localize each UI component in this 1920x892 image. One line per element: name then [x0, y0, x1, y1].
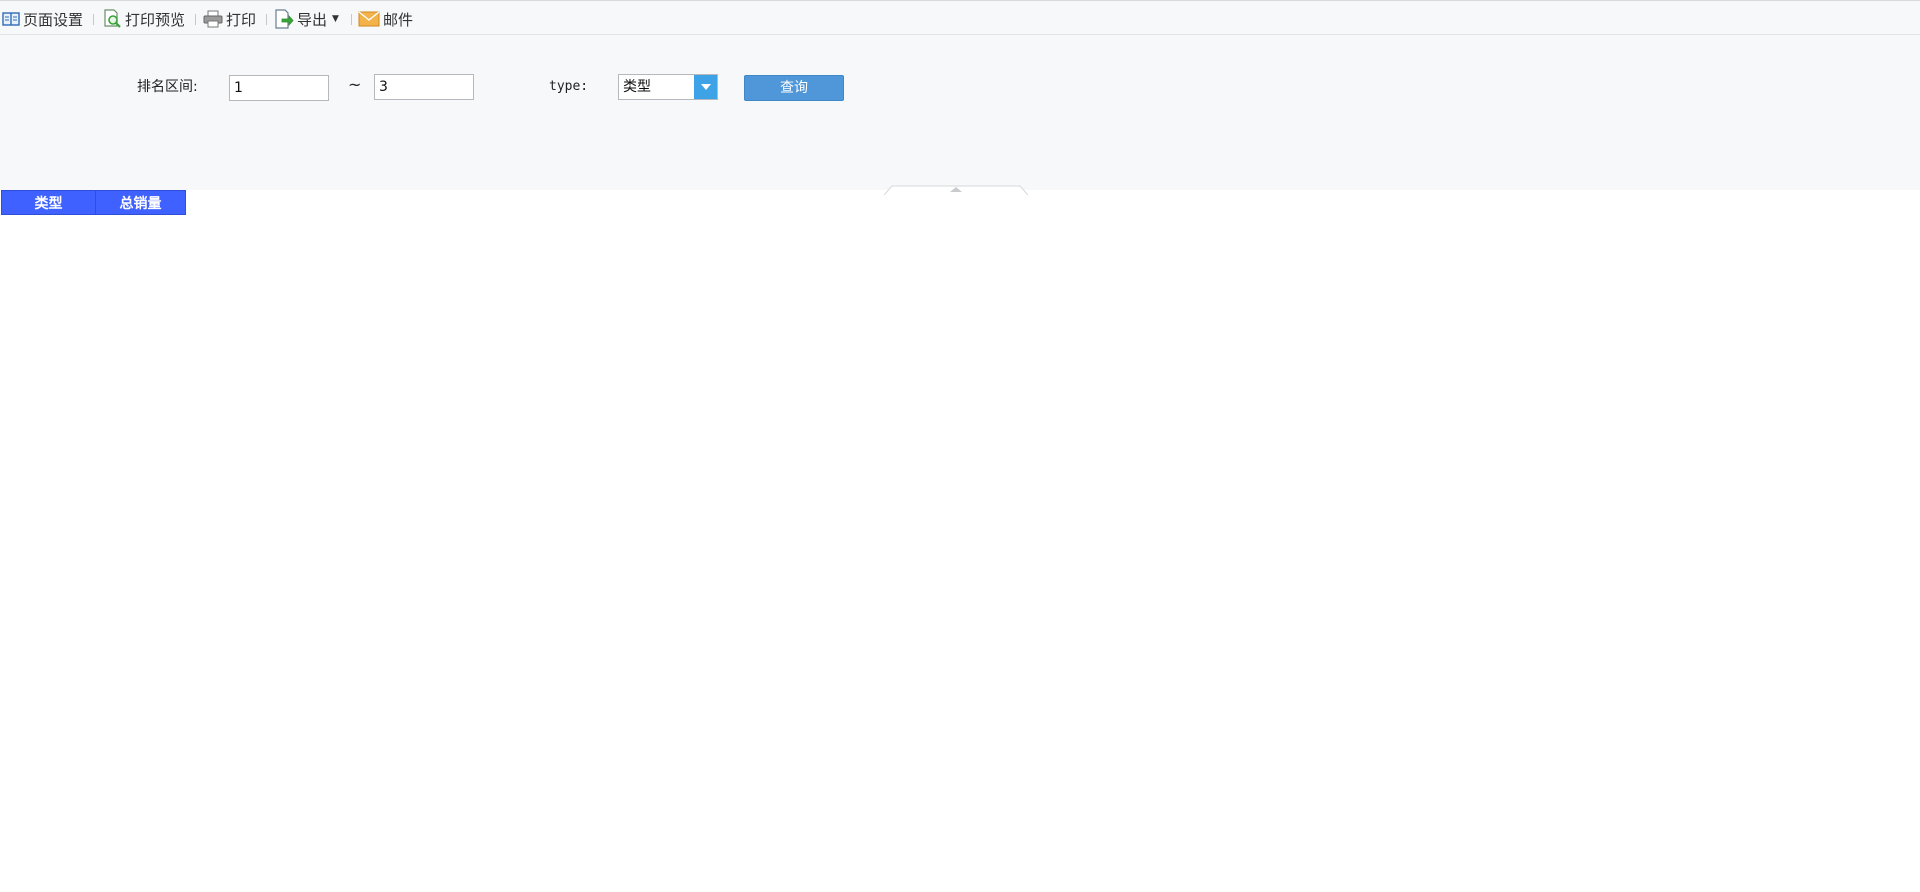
dropdown-button[interactable] [694, 75, 717, 99]
type-label: type: [549, 79, 589, 94]
collapse-arrow-icon [883, 185, 1029, 196]
printer-icon [203, 10, 226, 28]
print-preview-label: 打印预览 [125, 10, 186, 29]
page-setup-label: 页面设置 [23, 10, 84, 29]
toolbar-divider [351, 14, 352, 25]
collapse-panel-toggle[interactable] [883, 180, 1029, 196]
export-label: 导出 [297, 10, 328, 29]
type-select[interactable]: 类型 [618, 74, 718, 100]
print-preview-icon [102, 9, 125, 29]
export-icon [274, 9, 297, 29]
mail-button[interactable]: 邮件 [358, 9, 413, 29]
toolbar-divider [195, 14, 196, 25]
toolbar-divider [266, 14, 267, 25]
table-header-row: 类型 总销量 [1, 190, 186, 215]
page-setup-icon [2, 11, 23, 27]
mail-icon [358, 11, 383, 27]
query-button[interactable]: 查询 [744, 75, 844, 101]
rank-range-label: 排名区间: [137, 79, 198, 95]
print-label: 打印 [226, 10, 257, 29]
column-header-total-sales: 总销量 [95, 190, 186, 215]
rank-to-input[interactable] [374, 74, 474, 100]
chevron-down-icon [700, 84, 711, 90]
column-header-type: 类型 [1, 190, 96, 215]
range-separator: ~ [348, 75, 362, 94]
print-button[interactable]: 打印 [203, 9, 256, 29]
page-setup-button[interactable]: 页面设置 [2, 9, 83, 29]
chevron-down-icon: ▼ [332, 14, 339, 24]
report-toolbar: 页面设置 打印预览 打印 导出 ▼ 邮件 [0, 0, 1920, 35]
parameter-panel: 排名区间: ~ type: 类型 查询 [0, 35, 1920, 196]
print-preview-button[interactable]: 打印预览 [102, 9, 185, 29]
type-select-value: 类型 [623, 79, 651, 95]
rank-from-input[interactable] [229, 75, 329, 101]
report-table: 类型 总销量 [1, 190, 186, 215]
export-menu-button[interactable]: 导出 ▼ [274, 9, 339, 29]
toolbar-divider [93, 14, 94, 25]
mail-label: 邮件 [383, 10, 414, 29]
